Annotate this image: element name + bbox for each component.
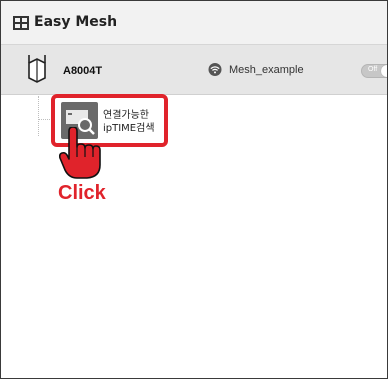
mesh-app-icon bbox=[13, 16, 29, 30]
search-label-line2: ipTIME검색 bbox=[103, 123, 155, 134]
app-window: Easy Mesh A8004T Mesh_example Off 연결가능한 … bbox=[0, 0, 388, 379]
router-icon bbox=[28, 55, 46, 83]
power-toggle[interactable]: Off bbox=[361, 64, 387, 78]
device-row[interactable]: A8004T Mesh_example Off bbox=[1, 45, 387, 95]
tree-branch bbox=[38, 119, 50, 120]
search-label-line1: 연결가능한 bbox=[103, 110, 149, 121]
click-annotation: Click bbox=[58, 182, 106, 204]
toggle-label: Off bbox=[368, 66, 378, 73]
device-model: A8004T bbox=[63, 65, 103, 77]
title-bar: Easy Mesh bbox=[1, 1, 387, 45]
ssid-label: Mesh_example bbox=[229, 64, 304, 76]
wifi-icon bbox=[208, 63, 222, 76]
pointing-hand-icon bbox=[59, 127, 101, 179]
search-label: 연결가능한 ipTIME검색 bbox=[103, 109, 155, 135]
toggle-knob bbox=[381, 65, 387, 77]
tree-connector bbox=[38, 96, 39, 136]
window-title: Easy Mesh bbox=[34, 14, 118, 30]
